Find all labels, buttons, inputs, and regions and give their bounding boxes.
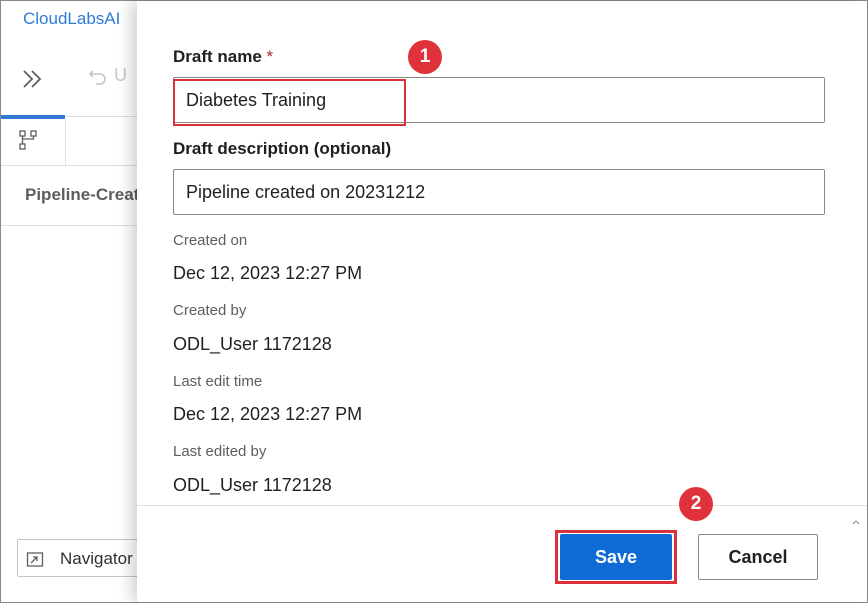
draft-description-label: Draft description (optional) [173, 139, 392, 158]
last-edited-by-value: ODL_User 1172128 [173, 475, 332, 495]
created-by-value: ODL_User 1172128 [173, 334, 332, 354]
step-1-callout: 1 [408, 40, 442, 74]
last-edited-by-label: Last edited by [173, 443, 267, 460]
save-button-highlight [555, 530, 677, 584]
draft-name-label-text: Draft name [173, 47, 262, 66]
last-edit-time-label: Last edit time [173, 373, 263, 390]
navigator-button[interactable]: Navigator [17, 539, 157, 577]
last-edit-time-value: Dec 12, 2023 12:27 PM [173, 404, 363, 424]
undo-button[interactable]: U [87, 65, 127, 93]
tab-bottom-border [1, 165, 141, 166]
undo-label: U [114, 65, 128, 85]
navigator-label: Navigator [60, 549, 133, 568]
divider [1, 225, 141, 226]
navigator-icon [26, 552, 44, 567]
footer-divider [137, 505, 867, 506]
created-on-label: Created on [173, 232, 248, 249]
cancel-button[interactable]: Cancel [698, 534, 818, 580]
app-title[interactable]: CloudLabsAI [23, 9, 120, 29]
draft-name-highlight [173, 79, 406, 126]
tab-separator [65, 119, 66, 165]
created-by-label: Created by [173, 302, 247, 319]
draft-name-label: Draft name * [173, 47, 273, 67]
draft-description-input[interactable] [173, 169, 825, 215]
active-tab-indicator [1, 115, 65, 119]
scrollbar-arrow-icon[interactable] [852, 520, 860, 540]
pipeline-graph-icon[interactable] [17, 129, 39, 151]
created-on-value: Dec 12, 2023 12:27 PM [173, 263, 363, 283]
required-asterisk: * [266, 47, 274, 66]
double-chevron-right-icon[interactable] [19, 65, 47, 93]
step-2-callout: 2 [679, 487, 713, 521]
undo-icon [88, 70, 106, 86]
background-app: CloudLabsAI U Pipeline-Created-on Naviga… [1, 1, 186, 602]
command-bar: U [1, 45, 141, 117]
